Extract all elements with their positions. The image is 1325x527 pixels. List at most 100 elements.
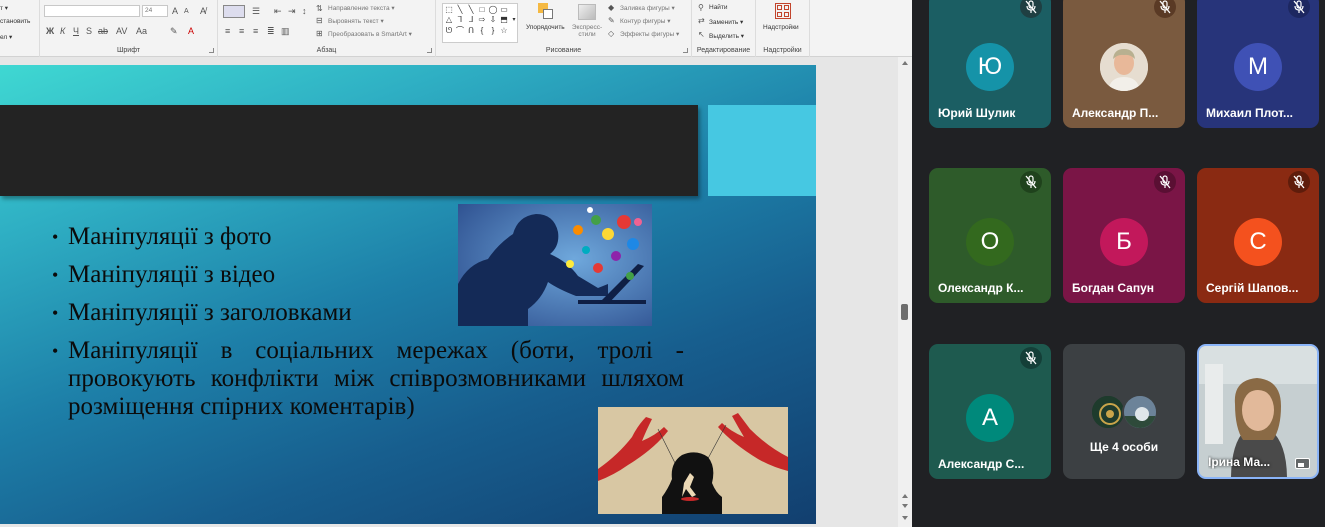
bullets-icon[interactable] [223, 5, 245, 18]
shape-outline-icon[interactable]: ✎ [608, 16, 615, 26]
select-button[interactable]: Выделить ▾ [709, 32, 744, 40]
shape-arc-icon[interactable]: ⌒ [455, 26, 465, 35]
grow-font-icon[interactable]: A [172, 6, 178, 16]
scroll-up-icon[interactable] [902, 61, 908, 65]
scroll-page-down-icon[interactable] [902, 504, 908, 508]
find-button[interactable]: Найти [709, 4, 728, 11]
bullet-text: Маніпуляції з фото [68, 223, 272, 250]
puppet-manipulation-illustration[interactable] [598, 407, 788, 514]
replace-button[interactable]: Заменить ▾ [709, 18, 743, 26]
shape-roundrect-icon[interactable]: ▭ [499, 5, 509, 14]
ribbon-section-button[interactable]: ел ▾ [0, 33, 12, 41]
quick-styles-icon[interactable] [578, 4, 596, 20]
shape-fill-icon[interactable]: ◆ [608, 3, 614, 13]
shape-effects-icon[interactable]: ◇ [608, 29, 614, 39]
shape-elbow-icon[interactable]: ⅂ [455, 15, 465, 24]
smartart-button[interactable]: Преобразовать в SmartArt ▾ [328, 30, 412, 38]
scroll-page-up-icon[interactable] [902, 494, 908, 498]
participant-tile[interactable]: С Сергій Шапов... [1197, 168, 1319, 303]
shape-brace-left-icon[interactable]: { [477, 26, 487, 35]
shape-oval-icon[interactable]: ◯ [488, 5, 498, 14]
replace-icon[interactable]: ⇄ [698, 16, 705, 26]
participant-tile[interactable]: М Михаил Плот... [1197, 0, 1319, 128]
scrollbar-thumb[interactable] [901, 304, 908, 320]
columns-icon[interactable]: ▥ [281, 26, 290, 36]
align-right-icon[interactable]: ≡ [253, 26, 258, 36]
shape-textbox-icon[interactable]: ⬚ [444, 5, 454, 14]
scroll-down-icon[interactable] [902, 516, 908, 520]
more-participants-tile[interactable]: Ще 4 особи [1063, 344, 1185, 479]
participant-tile[interactable]: Б Богдан Сапун [1063, 168, 1185, 303]
increase-indent-icon[interactable]: ⇥ [288, 6, 296, 16]
paragraph-group-label: Абзац [316, 47, 337, 54]
shape-line-icon[interactable]: ╲ [455, 5, 465, 14]
addins-button[interactable]: Надстройки [763, 24, 799, 31]
shape-arrow2-icon[interactable]: ⇩ [488, 15, 498, 24]
avatar-photo [1090, 394, 1126, 430]
participant-tile[interactable]: Ю Юрий Шулик [929, 0, 1051, 128]
avatar: Ю [966, 43, 1014, 91]
ribbon-reset-button[interactable]: становить [0, 18, 30, 25]
arrange-icon[interactable] [538, 3, 554, 21]
drawing-dialog-launcher-icon[interactable] [683, 48, 688, 53]
pip-toggle-icon[interactable] [1295, 458, 1310, 469]
shape-freeform-icon[interactable]: ᑎ [466, 26, 476, 35]
arrange-button[interactable]: Упорядочить [526, 24, 565, 31]
align-text-button[interactable]: Выровнять текст ▾ [328, 17, 384, 25]
case-icon[interactable]: Aa [136, 26, 147, 36]
self-view-tile[interactable]: Ірина Ма... [1197, 344, 1319, 479]
align-center-icon[interactable]: ≡ [239, 26, 244, 36]
strikethrough-icon[interactable]: ab [98, 26, 108, 36]
font-dialog-launcher-icon[interactable] [209, 48, 214, 53]
participant-tile[interactable]: Александр П... [1063, 0, 1185, 128]
quick-styles-button[interactable]: Экспресс-стили [571, 24, 603, 38]
shadow-icon[interactable]: S [86, 26, 92, 36]
decrease-indent-icon[interactable]: ⇤ [274, 6, 282, 16]
slide-title-bar[interactable] [0, 105, 698, 196]
shape-fill-button[interactable]: Заливка фигуры ▾ [620, 4, 675, 12]
shrink-font-icon[interactable]: A [184, 7, 189, 17]
shape-triangle-icon[interactable]: △ [444, 15, 454, 24]
shape-line2-icon[interactable]: ╲ [466, 5, 476, 14]
numbering-icon[interactable]: ☰ [252, 6, 260, 16]
font-name-box[interactable] [44, 5, 140, 17]
font-color-icon[interactable]: A [188, 26, 194, 36]
vertical-scrollbar[interactable] [898, 57, 912, 527]
social-media-illustration[interactable] [458, 204, 652, 326]
shape-curve-icon[interactable]: ᘎ [444, 26, 454, 35]
align-text-icon[interactable]: ⊟ [316, 16, 323, 26]
shape-elbow2-icon[interactable]: ᒧ [466, 15, 476, 24]
addins-icon[interactable] [775, 3, 791, 19]
shape-rect-icon[interactable]: □ [477, 5, 487, 14]
shape-arrow-icon[interactable]: ⇨ [477, 15, 487, 24]
avatar-photo [1100, 43, 1148, 91]
shape-outline-button[interactable]: Контур фигуры ▾ [620, 17, 671, 25]
underline-icon[interactable]: Ч [73, 26, 79, 36]
align-left-icon[interactable]: ≡ [225, 26, 230, 36]
participant-name: Александр П... [1072, 106, 1159, 120]
participant-tile[interactable]: А Александр С... [929, 344, 1051, 479]
participant-tile[interactable]: О Олександр К... [929, 168, 1051, 303]
font-size-box[interactable]: 24 [142, 5, 168, 17]
clear-format-icon[interactable]: A̸ [200, 6, 206, 16]
find-icon[interactable]: ⚲ [698, 3, 704, 13]
italic-icon[interactable]: К [60, 26, 65, 36]
select-icon[interactable]: ↖ [698, 30, 705, 40]
shapes-gallery[interactable]: ⬚ ╲ ╲ □ ◯ ▭ △ ⅂ ᒧ ⇨ ⇩ ⬒ ᘎ ⌒ ᑎ { } ☆ ▾ [442, 3, 518, 43]
line-spacing-icon[interactable]: ↕ [302, 6, 307, 16]
justify-icon[interactable]: ≣ [267, 26, 275, 36]
shape-star-icon[interactable]: ☆ [499, 26, 509, 35]
text-direction-button[interactable]: Направление текста ▾ [328, 4, 395, 12]
ribbon-clipped-label-1[interactable]: т ▾ [0, 4, 8, 12]
shape-more-icon[interactable]: ⬒ [499, 15, 509, 24]
smartart-icon[interactable]: ⊞ [316, 29, 323, 39]
highlight-icon[interactable]: ✎ [170, 26, 178, 36]
shape-effects-button[interactable]: Эффекты фигуры ▾ [620, 30, 679, 38]
spacing-icon[interactable]: AV [116, 26, 127, 36]
shape-brace-right-icon[interactable]: } [488, 26, 498, 35]
text-direction-icon[interactable]: ⇅ [316, 4, 323, 14]
paragraph-dialog-launcher-icon[interactable] [427, 48, 432, 53]
slide[interactable]: • Маніпуляції з фото • Маніпуляції з відео… [0, 65, 816, 524]
gallery-expand-icon[interactable]: ▾ [509, 16, 519, 25]
bold-icon[interactable]: Ж [46, 26, 54, 36]
